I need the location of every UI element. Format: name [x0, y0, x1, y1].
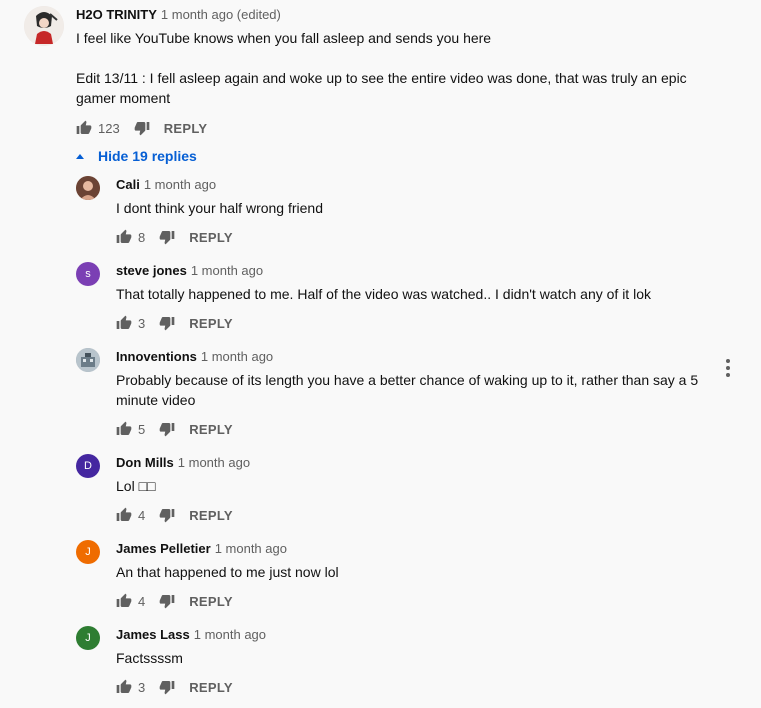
anime-avatar-icon — [24, 6, 64, 46]
comment-actions: 5 REPLY — [116, 419, 233, 439]
author-name[interactable]: James Lass — [116, 627, 190, 642]
reply-button[interactable]: REPLY — [164, 121, 208, 136]
thumbs-down-icon[interactable] — [159, 507, 175, 523]
avatar[interactable] — [76, 176, 100, 200]
comment-time[interactable]: 1 month ago (edited) — [161, 7, 281, 22]
like-count: 4 — [138, 593, 146, 609]
comment-time[interactable]: 1 month ago — [178, 455, 250, 470]
avatar[interactable]: D — [76, 454, 100, 478]
comment-actions: 3 REPLY — [116, 677, 233, 697]
comment-actions: 3 REPLY — [116, 313, 233, 333]
comment-text: Lol □□ — [116, 478, 156, 494]
avatar[interactable] — [76, 348, 100, 372]
comment-text-edit: Edit 13/11 : I fell asleep again and wok… — [76, 70, 687, 86]
thumbs-up-icon[interactable] — [116, 421, 132, 437]
comment-actions: 123 REPLY — [76, 118, 207, 138]
caret-up-icon — [76, 153, 84, 159]
avatar-letter: J — [85, 546, 91, 558]
comment-time[interactable]: 1 month ago — [144, 177, 216, 192]
comment-time[interactable]: 1 month ago — [194, 627, 266, 642]
thumbs-up-icon[interactable] — [116, 679, 132, 695]
avatar-letter: D — [84, 460, 92, 472]
reply-button[interactable]: REPLY — [189, 230, 233, 245]
thumbs-up-icon[interactable] — [116, 229, 132, 245]
comment-time[interactable]: 1 month ago — [215, 541, 287, 556]
thumbs-down-icon[interactable] — [159, 315, 175, 331]
thumbs-up-icon[interactable] — [76, 120, 92, 136]
reply-button[interactable]: REPLY — [189, 508, 233, 523]
thumbs-up-icon[interactable] — [116, 593, 132, 609]
author-name[interactable]: Cali — [116, 177, 140, 192]
author-name[interactable]: Don Mills — [116, 455, 174, 470]
author-name[interactable]: James Pelletier — [116, 541, 211, 556]
like-count: 3 — [138, 679, 146, 695]
hide-replies-label: Hide 19 replies — [98, 148, 197, 164]
comment-text: Factssssm — [116, 650, 183, 666]
thumbs-down-icon[interactable] — [159, 593, 175, 609]
thumbs-up-icon[interactable] — [116, 315, 132, 331]
like-count: 4 — [138, 507, 146, 523]
comment-text-cont: minute video — [116, 392, 196, 408]
author-name[interactable]: H2O TRINITY — [76, 7, 157, 22]
avatar[interactable]: s — [76, 262, 100, 286]
comment-time[interactable]: 1 month ago — [201, 349, 273, 364]
more-vert-icon[interactable] — [724, 359, 732, 377]
like-count: 3 — [138, 315, 146, 331]
like-count: 123 — [98, 120, 120, 136]
thumbs-down-icon[interactable] — [134, 120, 150, 136]
comment-text: An that happened to me just now lol — [116, 564, 339, 580]
thumbs-down-icon[interactable] — [159, 679, 175, 695]
avatar[interactable] — [24, 6, 64, 46]
building-avatar-icon — [76, 348, 100, 372]
comment-header: H2O TRINITY 1 month ago (edited) — [76, 7, 281, 23]
reply-button[interactable]: REPLY — [189, 316, 233, 331]
comment-text: That totally happened to me. Half of the… — [116, 286, 651, 302]
author-name[interactable]: steve jones — [116, 263, 187, 278]
thumbs-down-icon[interactable] — [159, 421, 175, 437]
like-count: 5 — [138, 421, 146, 437]
author-name[interactable]: Innoventions — [116, 349, 197, 364]
comment-actions: 4 REPLY — [116, 591, 233, 611]
avatar[interactable]: J — [76, 626, 100, 650]
hide-replies-button[interactable]: Hide 19 replies — [76, 148, 197, 164]
reply-button[interactable]: REPLY — [189, 680, 233, 695]
thumbs-down-icon[interactable] — [159, 229, 175, 245]
avatar-letter: J — [85, 632, 91, 644]
thumbs-up-icon[interactable] — [116, 507, 132, 523]
comment-text: I feel like YouTube knows when you fall … — [76, 30, 492, 46]
comment-text: I dont think your half wrong friend — [116, 200, 324, 216]
comment-text-edit-cont: gamer moment — [76, 90, 171, 106]
reply-button[interactable]: REPLY — [189, 422, 233, 437]
reply-button[interactable]: REPLY — [189, 594, 233, 609]
like-count: 8 — [138, 229, 146, 245]
avatar-letter: s — [85, 268, 91, 280]
comment-text: Probably because of its length you have … — [116, 372, 699, 388]
comment-time[interactable]: 1 month ago — [191, 263, 263, 278]
avatar[interactable]: J — [76, 540, 100, 564]
comment-actions: 4 REPLY — [116, 505, 233, 525]
user-photo-icon — [76, 176, 100, 200]
comment-actions: 8 REPLY — [116, 227, 233, 247]
